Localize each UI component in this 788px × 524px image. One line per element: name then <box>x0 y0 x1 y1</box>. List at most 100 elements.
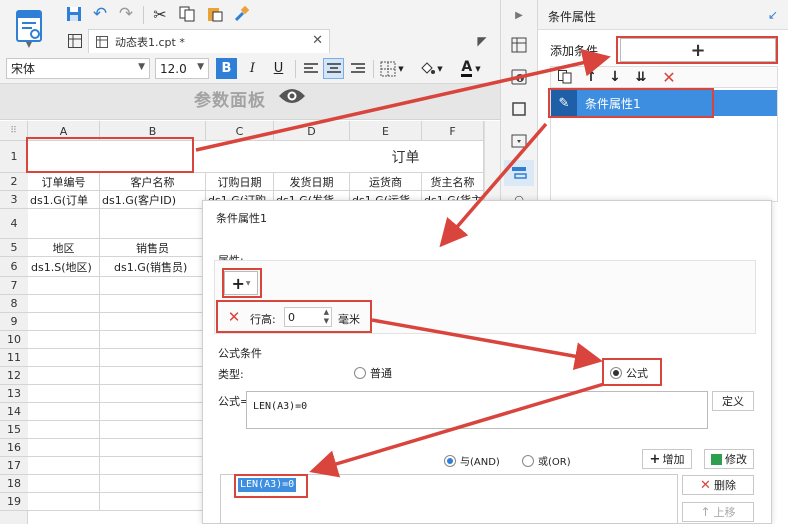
empty-cell[interactable] <box>28 295 100 313</box>
header-cell[interactable]: 客户名称 <box>100 173 206 191</box>
empty-cell[interactable] <box>100 493 206 511</box>
delete-icon[interactable]: ✕ <box>660 68 678 87</box>
font-color-icon[interactable]: A ▼ <box>454 58 488 79</box>
align-center-icon[interactable] <box>323 58 344 79</box>
blank-cell[interactable] <box>100 209 206 239</box>
salesman-header-cell[interactable]: 销售员 <box>100 239 206 257</box>
radio-normal[interactable]: 普通 <box>354 365 392 381</box>
row-header[interactable]: 13 <box>0 385 28 403</box>
row-header[interactable]: 3 <box>0 191 28 209</box>
paste-icon[interactable] <box>205 4 225 24</box>
empty-cell[interactable] <box>28 493 100 511</box>
row-header[interactable]: 1 <box>0 141 28 173</box>
move-up-icon[interactable]: ↑ <box>582 68 600 86</box>
header-cell[interactable]: 订购日期 <box>206 173 274 191</box>
empty-cell[interactable] <box>28 331 100 349</box>
border-icon[interactable]: ▼ <box>378 58 406 79</box>
row-header[interactable]: 12 <box>0 367 28 385</box>
empty-cell[interactable] <box>28 421 100 439</box>
empty-cell[interactable] <box>100 277 206 295</box>
empty-cell[interactable] <box>28 367 100 385</box>
font-name-select[interactable]: 宋体 ▼ <box>6 58 150 79</box>
delete-button[interactable]: ✕ 删除 <box>682 475 754 495</box>
select-all-corner[interactable]: ⠿ <box>0 121 28 141</box>
row-header[interactable]: 18 <box>0 475 28 493</box>
radio-and[interactable]: 与(AND) <box>444 453 500 468</box>
bold-button[interactable]: B <box>216 58 237 79</box>
empty-cell[interactable] <box>100 313 206 331</box>
column-header[interactable]: E <box>350 121 422 141</box>
data-cell[interactable]: ds1.G(订单 <box>28 191 100 209</box>
header-cell[interactable]: 货主名称 <box>422 173 484 191</box>
pin-icon[interactable]: ◤ <box>472 32 492 50</box>
dropdown-arrow-icon[interactable]: ▼ <box>22 38 36 50</box>
move-down-icon[interactable]: ↓ <box>606 68 624 86</box>
info-icon[interactable] <box>508 66 530 88</box>
empty-cell[interactable] <box>100 367 206 385</box>
empty-cell[interactable] <box>100 403 206 421</box>
empty-cell[interactable] <box>28 385 100 403</box>
header-cell[interactable]: 运货商 <box>350 173 422 191</box>
row-header[interactable]: 19 <box>0 493 28 511</box>
undo-icon[interactable]: ↶ <box>90 4 110 24</box>
empty-cell[interactable] <box>100 457 206 475</box>
underline-button[interactable]: U <box>268 58 289 79</box>
salesman-data-cell[interactable]: ds1.G(销售员) <box>100 257 206 277</box>
empty-cell[interactable] <box>28 403 100 421</box>
empty-cell[interactable] <box>100 331 206 349</box>
region-data-cell[interactable]: ds1.S(地区) <box>28 257 100 277</box>
tab-dynamic-table[interactable]: 动态表1.cpt * ✕ <box>88 29 330 53</box>
align-right-icon[interactable] <box>347 58 368 79</box>
modify-button[interactable]: 修改 <box>704 449 754 469</box>
vertical-scrollbar[interactable] <box>484 121 500 201</box>
move-bottom-icon[interactable]: ⇊ <box>632 68 650 86</box>
column-header[interactable]: D <box>274 121 350 141</box>
row-header[interactable]: 10 <box>0 331 28 349</box>
empty-cell[interactable] <box>28 439 100 457</box>
row-header[interactable]: 15 <box>0 421 28 439</box>
shrink-arrow-icon[interactable]: ↙ <box>764 6 782 24</box>
empty-cell[interactable] <box>28 475 100 493</box>
grid-view-icon[interactable] <box>66 32 84 50</box>
column-header[interactable]: F <box>422 121 484 141</box>
define-button[interactable]: 定义 <box>712 391 754 411</box>
empty-cell[interactable] <box>100 475 206 493</box>
row-header[interactable]: 4 <box>0 209 28 239</box>
empty-cell[interactable] <box>28 277 100 295</box>
row-header[interactable]: 17 <box>0 457 28 475</box>
header-cell[interactable]: 订单编号 <box>28 173 100 191</box>
empty-cell[interactable] <box>100 421 206 439</box>
empty-cell[interactable] <box>100 295 206 313</box>
close-icon[interactable]: ✕ <box>312 33 323 48</box>
blank-cell[interactable] <box>28 209 100 239</box>
cell-element-icon[interactable] <box>508 34 530 56</box>
empty-cell[interactable] <box>28 349 100 367</box>
row-header[interactable]: 14 <box>0 403 28 421</box>
save-icon[interactable] <box>64 4 84 24</box>
empty-cell[interactable] <box>28 457 100 475</box>
eye-icon[interactable] <box>276 86 308 106</box>
italic-button[interactable]: I <box>242 58 263 79</box>
font-size-select[interactable]: 12.0 ▼ <box>155 58 209 79</box>
add-condition-item-button[interactable]: + 增加 <box>642 449 692 469</box>
empty-cell[interactable] <box>100 385 206 403</box>
row-header[interactable]: 2 <box>0 173 28 191</box>
column-header[interactable]: C <box>206 121 274 141</box>
widget-icon[interactable] <box>508 130 530 152</box>
format-brush-icon[interactable] <box>232 4 252 24</box>
row-header[interactable]: 6 <box>0 257 28 277</box>
cut-icon[interactable]: ✂ <box>150 4 170 24</box>
copy-icon[interactable] <box>556 68 574 86</box>
copy-icon[interactable] <box>177 4 197 24</box>
row-header[interactable]: 5 <box>0 239 28 257</box>
empty-cell[interactable] <box>28 313 100 331</box>
formula-input[interactable]: LEN(A3)=0 <box>246 391 708 429</box>
frame-icon[interactable] <box>508 98 530 120</box>
fill-color-icon[interactable]: ▼ <box>416 58 446 79</box>
redo-icon[interactable]: ↷ <box>116 4 136 24</box>
collapse-arrow-icon[interactable]: ▶ <box>508 6 530 24</box>
row-header[interactable]: 9 <box>0 313 28 331</box>
row-header[interactable]: 8 <box>0 295 28 313</box>
align-left-icon[interactable] <box>300 58 321 79</box>
row-header[interactable]: 11 <box>0 349 28 367</box>
